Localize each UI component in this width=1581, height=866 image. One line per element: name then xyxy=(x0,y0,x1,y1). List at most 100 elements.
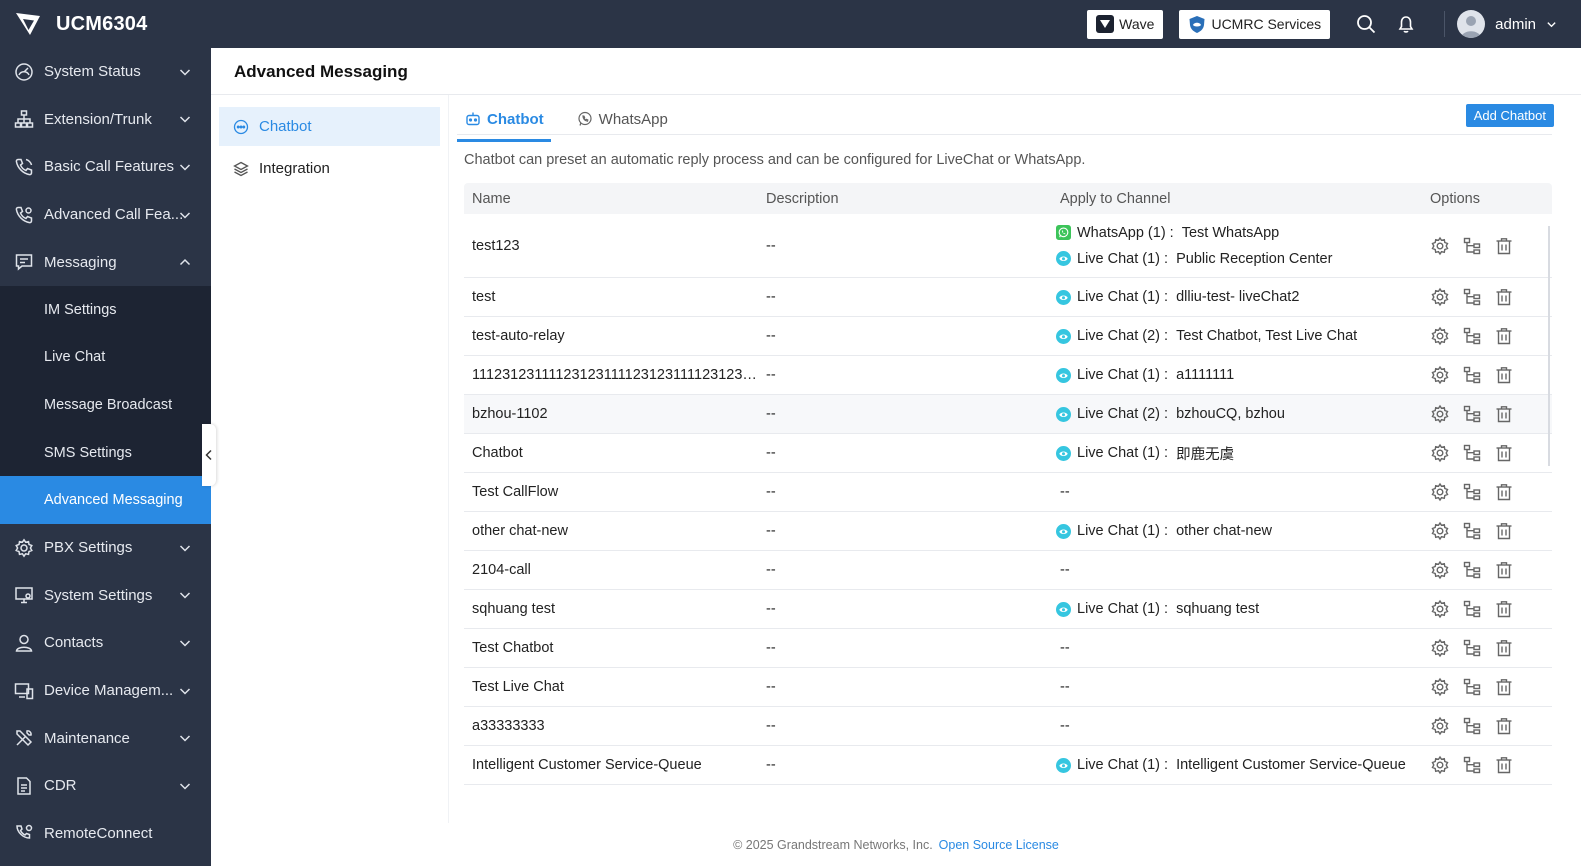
flow-tree-icon[interactable] xyxy=(1462,677,1482,697)
table-row[interactable]: test-auto-relay -- Live Chat (2) : Test Cha… xyxy=(464,317,1552,356)
ucmrc-label: UCMRC Services xyxy=(1211,16,1322,32)
table-scrollbar[interactable] xyxy=(1548,226,1550,466)
gear-icon[interactable] xyxy=(1430,677,1450,697)
trash-icon[interactable] xyxy=(1494,482,1514,502)
gear-icon[interactable] xyxy=(1430,638,1450,658)
user-menu[interactable]: admin xyxy=(1457,10,1557,38)
add-chatbot-button[interactable]: Add Chatbot xyxy=(1465,104,1554,127)
table-row[interactable]: bzhou-1102 -- Live Chat (2) : bzhouCQ, bzho… xyxy=(464,395,1552,434)
gear-icon[interactable] xyxy=(1430,443,1450,463)
gear-icon[interactable] xyxy=(1430,560,1450,580)
gear-icon[interactable] xyxy=(1430,404,1450,424)
table-row[interactable]: 1112312311112312311112312311112312311123… xyxy=(464,356,1552,395)
sidebar-item-contacts[interactable]: Contacts xyxy=(0,619,211,667)
chevron-down-icon xyxy=(179,687,191,695)
trash-icon[interactable] xyxy=(1494,599,1514,619)
sidebar-item-basic-call-features[interactable]: Basic Call Features xyxy=(0,143,211,191)
sidebar-item-extension-trunk[interactable]: Extension/Trunk xyxy=(0,96,211,144)
sidebar-item-cdr[interactable]: CDR xyxy=(0,762,211,810)
flow-tree-icon[interactable] xyxy=(1462,482,1482,502)
left-panel-label: Chatbot xyxy=(259,118,312,135)
table-row[interactable]: sqhuang test -- Live Chat (1) : sqhuang tes… xyxy=(464,590,1552,629)
gear-icon[interactable] xyxy=(1430,521,1450,541)
gear-icon[interactable] xyxy=(1430,365,1450,385)
trash-icon[interactable] xyxy=(1494,755,1514,775)
table-row[interactable]: Test CallFlow -- -- xyxy=(464,473,1552,512)
tab-whatsapp[interactable]: WhatsApp xyxy=(569,105,675,133)
table-row[interactable]: test123 -- WhatsApp (1) : Test WhatsApp Live… xyxy=(464,214,1552,278)
trash-icon[interactable] xyxy=(1494,560,1514,580)
left-panel-item-chatbot[interactable]: Chatbot xyxy=(219,107,440,146)
sidebar-subitem-advanced-messaging[interactable]: Advanced Messaging xyxy=(0,476,211,524)
sidebar-subitem-sms-settings[interactable]: SMS Settings xyxy=(0,429,211,477)
sidebar-subitem-im-settings[interactable]: IM Settings xyxy=(0,286,211,334)
channel-entry: Live Chat (1) : dlliu-test- liveChat2 xyxy=(1056,284,1422,310)
sidebar-item-advanced-call-features[interactable]: Advanced Call Fea... xyxy=(0,191,211,239)
sidebar-collapse-button[interactable] xyxy=(202,424,216,486)
trash-icon[interactable] xyxy=(1494,326,1514,346)
tab-chatbot[interactable]: Chatbot xyxy=(457,105,551,142)
chevron-down-icon xyxy=(179,212,191,219)
trash-icon[interactable] xyxy=(1494,365,1514,385)
cell-description: -- xyxy=(766,562,776,578)
table-row[interactable]: other chat-new -- Live Chat (1) : other cha… xyxy=(464,512,1552,551)
message-icon xyxy=(15,254,33,271)
sidebar-subitem-live-chat[interactable]: Live Chat xyxy=(0,334,211,382)
flow-tree-icon[interactable] xyxy=(1462,365,1482,385)
bell-icon[interactable] xyxy=(1396,14,1416,34)
sidebar-item-system-settings[interactable]: System Settings xyxy=(0,572,211,620)
gear-icon[interactable] xyxy=(1430,716,1450,736)
flow-tree-icon[interactable] xyxy=(1462,326,1482,346)
sidebar-item-remoteconnect[interactable]: RemoteConnect xyxy=(0,810,211,858)
table-row[interactable]: Intelligent Customer Service-Queue -- Live… xyxy=(464,746,1552,785)
sidebar: System Status Extension/Trunk Basic Call… xyxy=(0,48,211,866)
trash-icon[interactable] xyxy=(1494,287,1514,307)
search-icon[interactable] xyxy=(1356,14,1376,34)
table-row[interactable]: a33333333 -- -- xyxy=(464,707,1552,746)
trash-icon[interactable] xyxy=(1494,716,1514,736)
flow-tree-icon[interactable] xyxy=(1462,287,1482,307)
sidebar-item-device-management[interactable]: Device Managem... xyxy=(0,667,211,715)
table-row[interactable]: 2104-call -- -- xyxy=(464,551,1552,590)
open-source-license-link[interactable]: Open Source License xyxy=(939,838,1059,852)
table-row[interactable]: Chatbot -- Live Chat (1) : 即鹿无虞 xyxy=(464,434,1552,473)
sidebar-item-maintenance[interactable]: Maintenance xyxy=(0,714,211,762)
logo[interactable]: UCM6304 xyxy=(14,11,147,37)
table-row[interactable]: test -- Live Chat (1) : dlliu-test- liveCha… xyxy=(464,278,1552,317)
flow-tree-icon[interactable] xyxy=(1462,599,1482,619)
table-row[interactable]: Test Chatbot -- -- xyxy=(464,629,1552,668)
trash-icon[interactable] xyxy=(1494,677,1514,697)
flow-tree-icon[interactable] xyxy=(1462,443,1482,463)
cell-description: -- xyxy=(766,718,776,734)
sidebar-item-messaging[interactable]: Messaging xyxy=(0,238,211,286)
gear-icon[interactable] xyxy=(1430,482,1450,502)
sidebar-item-label: Extension/Trunk xyxy=(44,110,152,128)
trash-icon[interactable] xyxy=(1494,236,1514,256)
flow-tree-icon[interactable] xyxy=(1462,716,1482,736)
sidebar-item-pbx-settings[interactable]: PBX Settings xyxy=(0,524,211,572)
gear-icon[interactable] xyxy=(1430,599,1450,619)
flow-tree-icon[interactable] xyxy=(1462,755,1482,775)
sidebar-subitem-message-broadcast[interactable]: Message Broadcast xyxy=(0,381,211,429)
gear-icon[interactable] xyxy=(1430,326,1450,346)
cell-description: -- xyxy=(766,523,776,539)
left-panel-item-integration[interactable]: Integration xyxy=(219,149,440,188)
flow-tree-icon[interactable] xyxy=(1462,521,1482,541)
flow-tree-icon[interactable] xyxy=(1462,560,1482,580)
flow-tree-icon[interactable] xyxy=(1462,638,1482,658)
channel-entry: Live Chat (1) : Intelligent Customer Serv… xyxy=(1056,752,1422,778)
trash-icon[interactable] xyxy=(1494,443,1514,463)
gear-icon[interactable] xyxy=(1430,755,1450,775)
gear-icon[interactable] xyxy=(1430,236,1450,256)
gear-icon[interactable] xyxy=(1430,287,1450,307)
ucmrc-services-button[interactable]: UCMRC Services xyxy=(1179,9,1331,39)
table-row[interactable]: Test Live Chat -- -- xyxy=(464,668,1552,707)
trash-icon[interactable] xyxy=(1494,404,1514,424)
sidebar-item-system-status[interactable]: System Status xyxy=(0,48,211,96)
flow-tree-icon[interactable] xyxy=(1462,236,1482,256)
wave-button[interactable]: Wave xyxy=(1087,9,1164,39)
trash-icon[interactable] xyxy=(1494,521,1514,541)
trash-icon[interactable] xyxy=(1494,638,1514,658)
channel-empty: -- xyxy=(1060,718,1070,734)
flow-tree-icon[interactable] xyxy=(1462,404,1482,424)
